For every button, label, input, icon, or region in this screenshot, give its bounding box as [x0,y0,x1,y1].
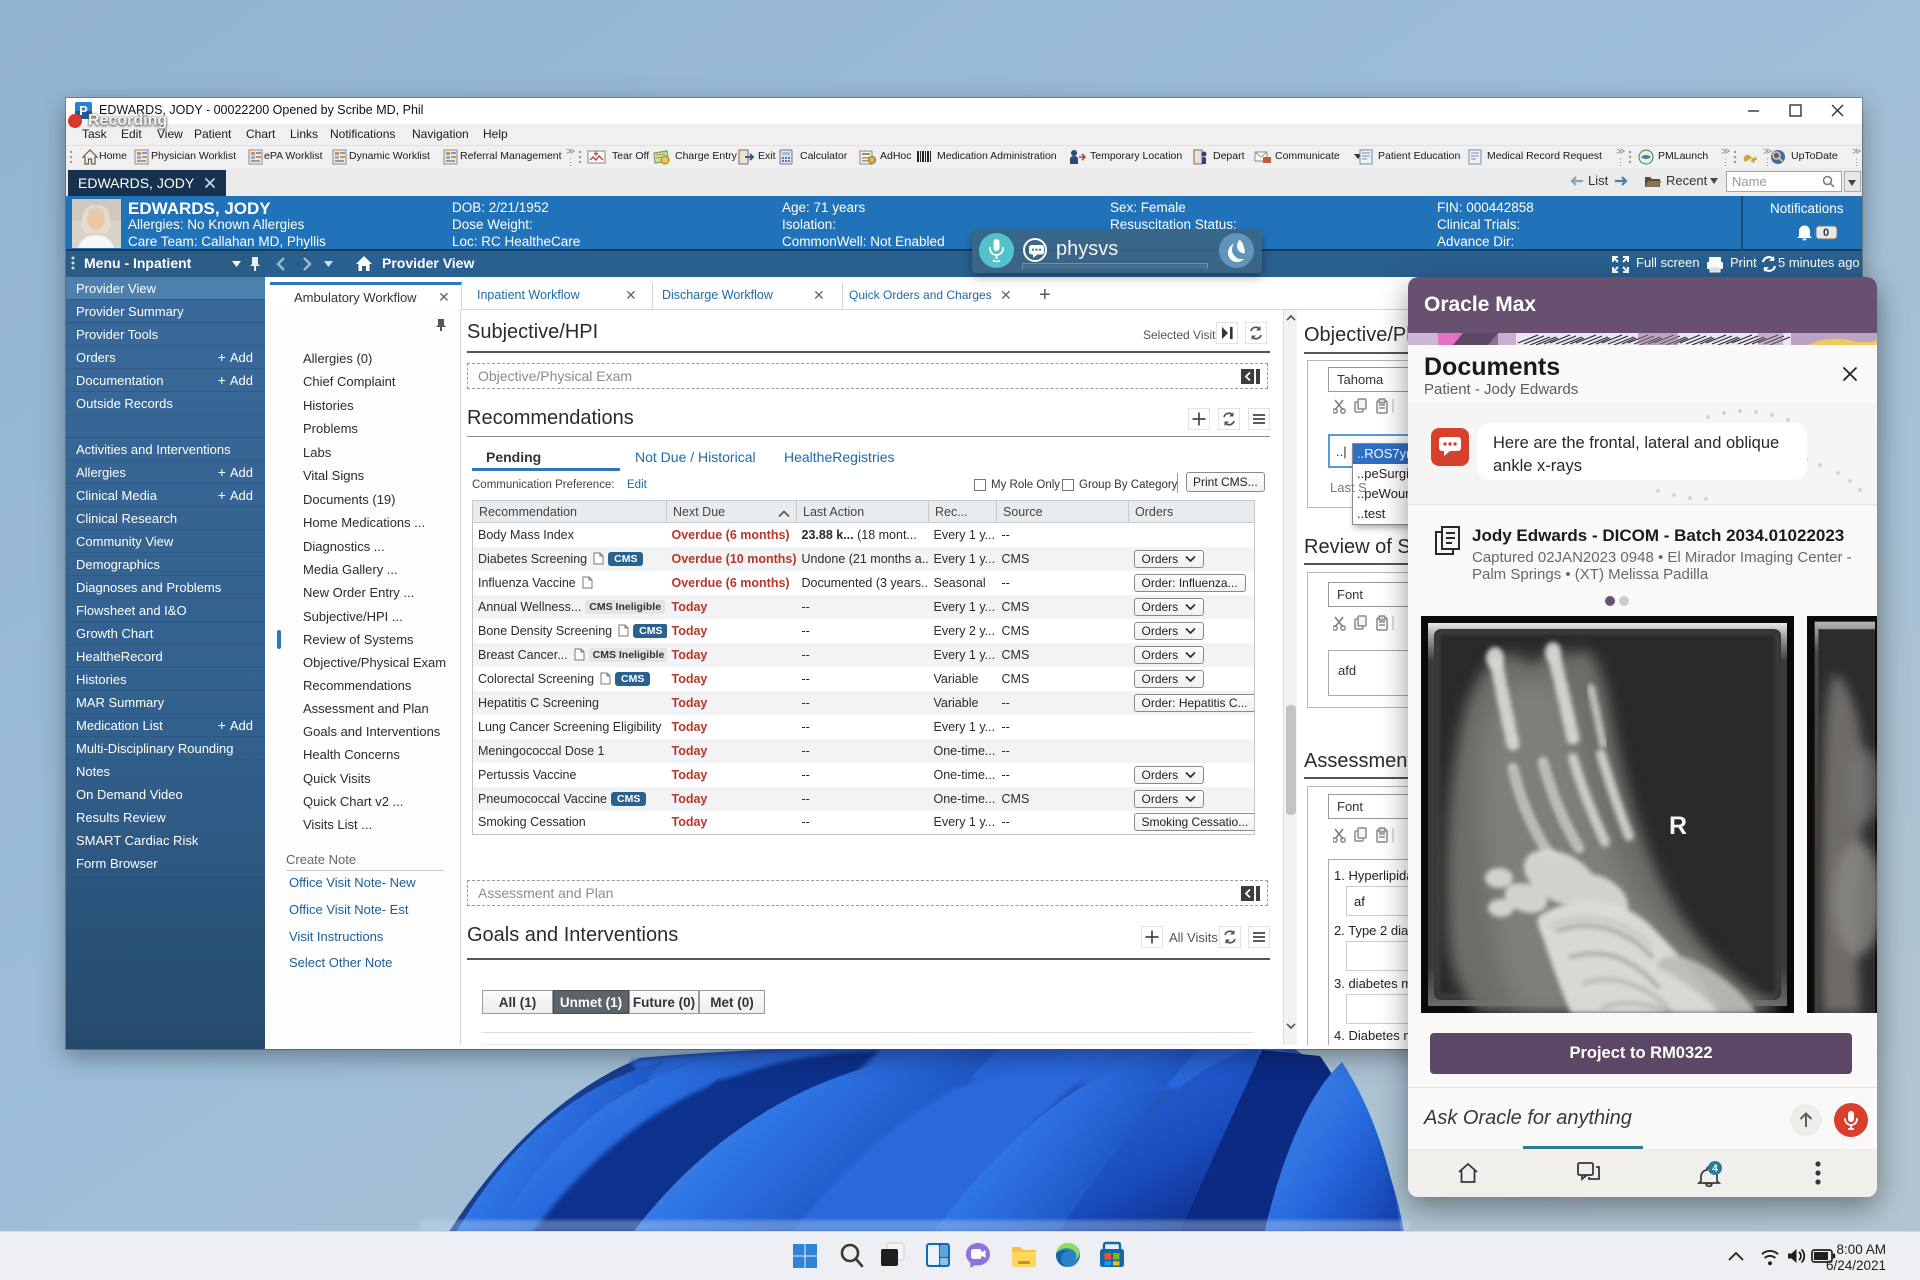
svg-text:8:00 AM: 8:00 AM [1836,1242,1886,1257]
svg-text:R: R [1669,812,1687,840]
svg-text:0: 0 [1823,227,1829,239]
svg-text:6/24/2021: 6/24/2021 [1826,1258,1886,1273]
svg-text:4: 4 [1712,1164,1718,1175]
